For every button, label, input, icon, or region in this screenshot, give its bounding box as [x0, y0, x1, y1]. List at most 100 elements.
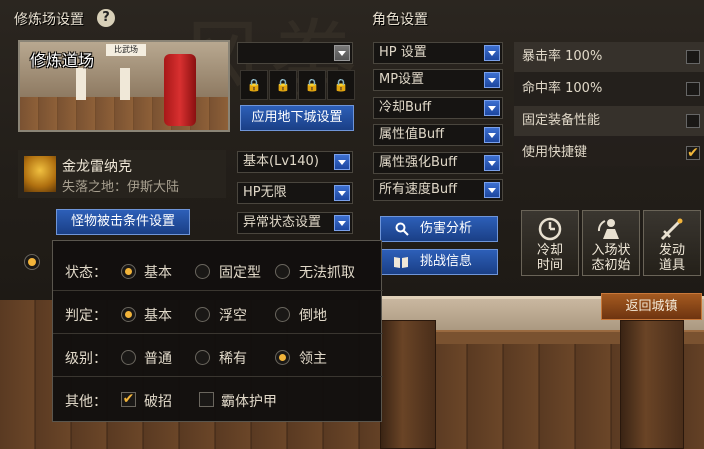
return-to-town-button[interactable]: 返回城镇	[601, 293, 702, 320]
attribute-buff-dropdown[interactable]: 属性值Buff	[373, 124, 503, 146]
hp-setting-dropdown[interactable]: HP 设置	[373, 42, 503, 64]
judgement-row: 判定： 基本 浮空 倒地	[53, 294, 383, 334]
fixed-equipment-checkbox[interactable]	[686, 114, 700, 128]
apply-dungeon-settings-button[interactable]: 应用地下城设置	[240, 105, 354, 131]
monster-card[interactable]: 金龙雷纳克 失落之地：伊斯大陆	[18, 150, 226, 198]
judgement-down-label[interactable]: 倒地	[299, 305, 327, 325]
reset-icon	[597, 219, 619, 239]
lock-icon[interactable]: 🔒	[327, 70, 355, 100]
element-buff-value: 属性强化Buff	[379, 155, 458, 170]
hit-condition-popup: 状态： 基本 固定型 无法抓取 判定： 基本 浮空 倒地 级别： 普通 稀有 领…	[52, 240, 383, 422]
chevron-down-icon	[334, 154, 350, 170]
monster-portrait	[24, 156, 56, 192]
scene-name: 修炼道场	[30, 51, 95, 70]
reset-entry-state-label2: 态初始	[591, 258, 631, 273]
state-label: 状态：	[65, 265, 107, 281]
hit-rate-row[interactable]: 命中率 100%	[514, 74, 704, 104]
hp-setting-value: HP 设置	[379, 45, 427, 60]
fixed-equipment-row[interactable]: 固定装备性能	[514, 106, 704, 136]
reset-entry-state-label1: 入场状	[591, 243, 631, 258]
reset-entry-state-button[interactable]: 入场状 态初始	[582, 210, 640, 276]
monster-hp-value: HP无限	[243, 185, 287, 200]
monster-name: 金龙雷纳克	[62, 159, 132, 175]
rank-label: 级别：	[65, 351, 107, 367]
crit-rate-label: 暴击率 100%	[522, 49, 603, 64]
chevron-down-icon	[484, 100, 500, 116]
magnifier-icon	[395, 222, 409, 236]
hotkey-row[interactable]: 使用快捷键	[514, 138, 704, 168]
cooldown-time-label1: 冷却	[536, 243, 563, 258]
scene-sign: 比武场	[106, 44, 146, 56]
hit-rate-label: 命中率 100%	[522, 81, 603, 96]
super-armor-checkbox[interactable]	[199, 392, 214, 407]
background-pillar	[380, 320, 436, 449]
lock-icon[interactable]: 🔒	[240, 70, 268, 100]
activate-item-button[interactable]: 发动 道具	[643, 210, 701, 276]
state-ungrabbable-radio[interactable]	[275, 264, 290, 279]
clock-icon	[538, 217, 562, 241]
cooldown-buff-dropdown[interactable]: 冷却Buff	[373, 97, 503, 119]
punching-bag	[164, 54, 196, 126]
damage-analysis-button[interactable]: 伤害分析	[380, 216, 498, 242]
book-icon	[394, 257, 408, 268]
scene-preview[interactable]: 比武场 修炼道场	[18, 40, 230, 132]
status-effect-dropdown[interactable]: 异常状态设置	[237, 212, 353, 234]
counter-hit-label[interactable]: 破招	[144, 391, 172, 411]
rank-rare-radio[interactable]	[195, 350, 210, 365]
super-armor-label[interactable]: 霸体护甲	[221, 391, 277, 411]
rank-lord-label[interactable]: 领主	[299, 348, 327, 368]
chevron-down-icon	[484, 72, 500, 88]
judgement-airborne-label[interactable]: 浮空	[219, 305, 247, 325]
judgement-basic-radio[interactable]	[121, 307, 136, 322]
training-settings-title: 修炼场设置	[14, 12, 84, 28]
lock-icon[interactable]: 🔒	[298, 70, 326, 100]
chevron-down-icon	[334, 215, 350, 231]
hotkey-checkbox[interactable]: ✔	[686, 146, 700, 160]
monster-level-dropdown[interactable]: 基本(Lv140)	[237, 151, 353, 173]
state-fixed-label[interactable]: 固定型	[219, 262, 261, 282]
cooldown-time-label2: 时间	[536, 258, 563, 273]
other-label: 其他：	[65, 394, 107, 410]
speed-buff-dropdown[interactable]: 所有速度Buff	[373, 179, 503, 201]
judgement-airborne-radio[interactable]	[195, 307, 210, 322]
mp-setting-value: MP设置	[379, 72, 425, 87]
rank-normal-radio[interactable]	[121, 350, 136, 365]
monster-hit-condition-button[interactable]: 怪物被击条件设置	[56, 209, 190, 235]
role-settings-title: 角色设置	[372, 12, 428, 28]
counter-hit-checkbox[interactable]: ✔	[121, 392, 136, 407]
rank-lord-radio[interactable]	[275, 350, 290, 365]
state-ungrabbable-label[interactable]: 无法抓取	[299, 262, 355, 282]
monster-hp-dropdown[interactable]: HP无限	[237, 182, 353, 204]
chevron-down-icon	[484, 127, 500, 143]
rank-rare-label[interactable]: 稀有	[219, 348, 247, 368]
help-icon[interactable]: ?	[97, 9, 115, 27]
state-fixed-radio[interactable]	[195, 264, 210, 279]
element-buff-dropdown[interactable]: 属性强化Buff	[373, 152, 503, 174]
crit-rate-checkbox[interactable]	[686, 50, 700, 64]
mp-setting-dropdown[interactable]: MP设置	[373, 69, 503, 91]
cooldown-time-button[interactable]: 冷却 时间	[521, 210, 579, 276]
state-basic-label[interactable]: 基本	[144, 262, 172, 282]
hit-rate-checkbox[interactable]	[686, 82, 700, 96]
radio-dot	[28, 258, 36, 266]
chevron-down-icon	[484, 45, 500, 61]
state-basic-radio[interactable]	[121, 264, 136, 279]
attribute-buff-value: 属性值Buff	[379, 127, 445, 142]
lock-icon[interactable]: 🔒	[269, 70, 297, 100]
judgement-basic-label[interactable]: 基本	[144, 305, 172, 325]
judgement-down-radio[interactable]	[275, 307, 290, 322]
monster-level-value: 基本(Lv140)	[243, 154, 319, 169]
chevron-down-icon	[334, 185, 350, 201]
partial-radio[interactable]	[24, 254, 40, 270]
crit-rate-row[interactable]: 暴击率 100%	[514, 42, 704, 72]
challenge-info-button[interactable]: 挑战信息	[380, 249, 498, 275]
dungeon-select-dropdown[interactable]	[237, 42, 353, 64]
chevron-down-icon	[334, 45, 350, 61]
rank-normal-label[interactable]: 普通	[144, 348, 172, 368]
rank-row: 级别： 普通 稀有 领主	[53, 337, 383, 377]
activate-item-label1: 发动	[658, 243, 685, 258]
scene-figure	[120, 68, 130, 100]
chevron-down-icon	[484, 182, 500, 198]
hotkey-label: 使用快捷键	[522, 145, 588, 160]
state-row: 状态： 基本 固定型 无法抓取	[53, 251, 383, 291]
